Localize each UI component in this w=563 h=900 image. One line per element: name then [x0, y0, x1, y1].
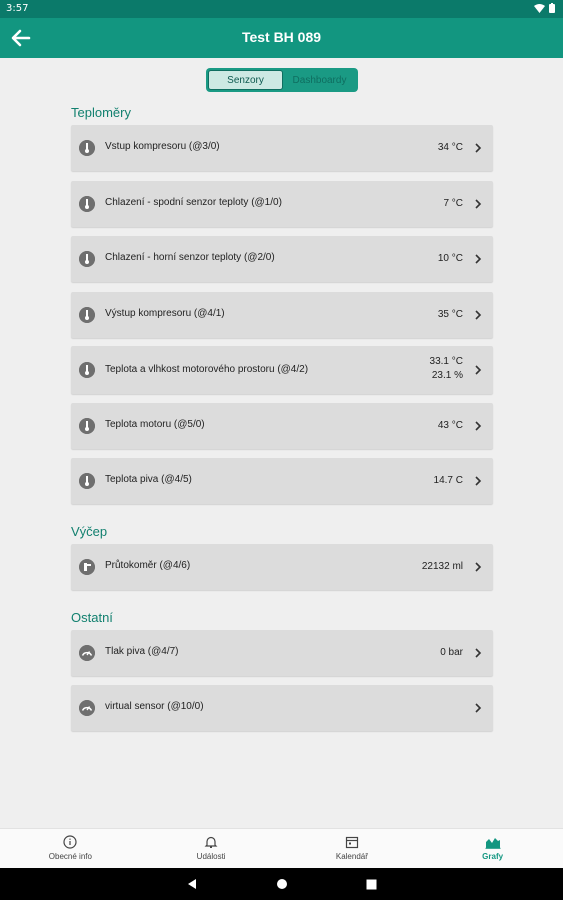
gauge-icon: [79, 645, 95, 661]
chevron-right-icon: [475, 648, 482, 658]
chart-icon: [485, 838, 501, 849]
thermometer-icon: [79, 307, 95, 323]
sensor-value-humidity: 23.1 %: [431, 369, 463, 381]
sensor-name: Teplota a vlhkost motorového prostoru (@…: [105, 364, 309, 375]
section-title-teplomery: Teploměry: [71, 105, 131, 120]
tab-dashboardy[interactable]: Dashboardy: [283, 70, 356, 90]
thermometer-icon: [79, 362, 95, 378]
chevron-right-icon: [475, 310, 482, 320]
sensor-name: virtual sensor (@10/0): [105, 701, 204, 712]
page-title: Test BH 089: [241, 29, 322, 45]
sensor-name: Vstup kompresoru (@3/0): [105, 141, 220, 152]
tap-icon: [79, 559, 95, 575]
sensor-item[interactable]: Teplota piva (@4/5) 14.7 C: [71, 458, 493, 504]
chevron-right-icon: [475, 562, 482, 572]
sensor-name: Chlazení - horní senzor teploty (@2/0): [105, 252, 275, 263]
nav-item-udalosti[interactable]: Události: [141, 829, 282, 868]
nav-label: Kalendář: [335, 852, 368, 861]
sensor-item[interactable]: Teplota a vlhkost motorového prostoru (@…: [71, 346, 493, 394]
thermometer-icon: [79, 418, 95, 434]
thermometer-icon: [79, 140, 95, 156]
sensor-value: 7 °C: [443, 198, 463, 209]
sensor-name: Výstup kompresoru (@4/1): [105, 308, 225, 319]
battery-icon: [549, 3, 555, 13]
nav-label: Grafy: [482, 852, 504, 861]
view-switch: Senzory Dashboardy: [206, 68, 358, 92]
tab-senzory[interactable]: Senzory: [208, 70, 283, 90]
sensor-item[interactable]: Chlazení - horní senzor teploty (@2/0) 1…: [71, 236, 493, 282]
sensor-name: Teplota piva (@4/5): [105, 474, 192, 485]
chevron-right-icon: [475, 421, 482, 431]
chevron-right-icon: [475, 143, 482, 153]
chevron-right-icon: [475, 476, 482, 486]
gauge-icon: [79, 700, 95, 716]
system-back-icon[interactable]: [186, 878, 198, 890]
chevron-right-icon: [475, 703, 482, 713]
status-bar: 3:57: [0, 0, 563, 18]
thermometer-icon: [79, 196, 95, 212]
sensor-item[interactable]: Výstup kompresoru (@4/1) 35 °C: [71, 292, 493, 338]
bell-icon: [204, 836, 218, 848]
nav-item-kalendar[interactable]: Kalendář: [282, 829, 423, 868]
bottom-navigation: Obecné info Události Kalendář Grafy: [0, 828, 563, 868]
status-icons: [534, 3, 555, 13]
section-title-vycep: Výčep: [71, 524, 108, 539]
nav-item-grafy[interactable]: Grafy: [422, 829, 563, 868]
sensor-value: 43 °C: [437, 420, 463, 431]
chevron-right-icon: [475, 254, 482, 264]
app-bar: Test BH 089: [0, 18, 563, 58]
nav-item-info[interactable]: Obecné info: [0, 829, 141, 868]
nav-label: Obecné info: [48, 852, 92, 861]
sensor-item[interactable]: Chlazení - spodní senzor teploty (@1/0) …: [71, 181, 493, 227]
chevron-right-icon: [475, 365, 482, 375]
sensor-item[interactable]: Vstup kompresoru (@3/0) 34 °C: [71, 125, 493, 171]
info-icon: [63, 835, 77, 849]
sensor-value: 10 °C: [437, 253, 463, 264]
sensor-value: 34 °C: [437, 142, 463, 153]
sensor-name: Tlak piva (@4/7): [105, 646, 179, 657]
sensor-value-temperature: 33.1 °C: [429, 356, 463, 367]
chevron-right-icon: [475, 199, 482, 209]
section-title-ostatni: Ostatní: [71, 610, 113, 625]
nav-label: Události: [196, 852, 226, 861]
sensor-name: Teplota motoru (@5/0): [105, 419, 205, 430]
status-time: 3:57: [6, 3, 29, 14]
calendar-icon: [345, 836, 358, 849]
sensor-value: 33.1 °C 23.1 %: [430, 355, 463, 382]
system-home-icon[interactable]: [276, 878, 288, 890]
sensor-value: 14.7 C: [433, 475, 463, 486]
sensor-value: 0 bar: [440, 647, 463, 658]
sensor-item[interactable]: Teplota motoru (@5/0) 43 °C: [71, 403, 493, 449]
sensor-item[interactable]: Průtokoměr (@4/6) 22132 ml: [71, 544, 493, 590]
sensor-item[interactable]: virtual sensor (@10/0): [71, 685, 493, 731]
sensor-value: 35 °C: [437, 309, 463, 320]
sensor-value: 22132 ml: [421, 561, 463, 572]
system-recents-icon[interactable]: [366, 879, 377, 890]
thermometer-icon: [79, 251, 95, 267]
sensor-name: Průtokoměr (@4/6): [105, 560, 191, 571]
thermometer-icon: [79, 473, 95, 489]
sensor-name: Chlazení - spodní senzor teploty (@1/0): [105, 197, 282, 208]
system-navigation-bar: [0, 868, 563, 900]
sensor-item[interactable]: Tlak piva (@4/7) 0 bar: [71, 630, 493, 676]
wifi-icon: [534, 3, 545, 13]
